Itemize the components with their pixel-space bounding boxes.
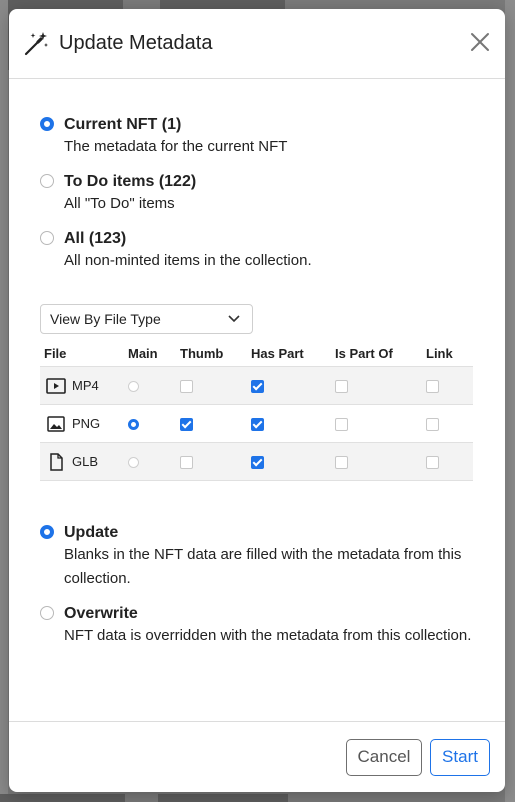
thumb-checkbox[interactable] (180, 380, 193, 394)
table-row: MP4 (40, 366, 473, 405)
link-checkbox[interactable] (426, 418, 439, 432)
is-part-of-checkbox[interactable] (335, 418, 348, 432)
column-header: File (44, 345, 67, 361)
option-title: All (123) (64, 230, 127, 247)
table-row: GLB (40, 442, 473, 481)
link-checkbox[interactable] (426, 456, 439, 470)
update-metadata-dialog: Update Metadata Current NFT (1) The meta… (9, 9, 505, 792)
view-by-select[interactable]: View By File Type (40, 304, 253, 334)
option-description: The metadata for the current NFT (64, 138, 288, 155)
link-checkbox[interactable] (426, 380, 439, 394)
scope-option-current[interactable]: Current NFT (1) The metadata for the cur… (40, 115, 474, 159)
table-header-row: File Main Thumb Has Part Is Part Of Link (40, 340, 473, 367)
mode-option-update[interactable]: Update Blanks in the NFT data are filled… (40, 523, 474, 591)
radio-current-nft[interactable] (40, 117, 54, 131)
radio-overwrite[interactable] (40, 606, 54, 620)
column-header: Link (426, 345, 453, 361)
is-part-of-checkbox[interactable] (335, 456, 348, 470)
option-description: NFT data is overridden with the metadata… (64, 627, 472, 644)
option-description: All non-minted items in the collection. (64, 252, 312, 269)
file-type-table: File Main Thumb Has Part Is Part Of Link (40, 340, 473, 481)
column-header: Thumb (180, 345, 224, 361)
background-left-strip (0, 0, 8, 802)
has-part-checkbox[interactable] (251, 456, 264, 470)
video-play-icon (46, 377, 66, 394)
mode-radio-group: Update Blanks in the NFT data are filled… (40, 523, 474, 648)
cancel-button[interactable]: Cancel (346, 738, 422, 776)
main-radio[interactable] (128, 381, 139, 393)
magic-wand-icon (24, 31, 48, 55)
mode-option-overwrite[interactable]: Overwrite NFT data is overridden with th… (40, 604, 474, 648)
scope-option-all[interactable]: All (123) All non-minted items in the co… (40, 229, 474, 273)
thumb-checkbox[interactable] (180, 418, 193, 432)
scope-radio-group: Current NFT (1) The metadata for the cur… (40, 115, 474, 273)
radio-update[interactable] (40, 525, 54, 539)
dialog-footer: Cancel Start (9, 721, 505, 792)
start-button[interactable]: Start (430, 738, 490, 776)
image-icon (47, 415, 65, 432)
option-title: Current NFT (1) (64, 116, 182, 133)
dialog-title: Update Metadata (59, 32, 213, 54)
chevron-down-icon (228, 315, 240, 323)
close-icon[interactable] (469, 31, 491, 53)
file-type-label: PNG (72, 416, 101, 431)
option-description: Blanks in the NFT data are filled with t… (64, 546, 462, 587)
has-part-checkbox[interactable] (251, 418, 264, 432)
radio-todo-items[interactable] (40, 174, 54, 188)
is-part-of-checkbox[interactable] (335, 380, 348, 394)
document-icon (50, 452, 63, 471)
file-type-label: MP4 (72, 378, 99, 393)
option-title: Overwrite (64, 605, 138, 622)
file-type-label: GLB (72, 454, 99, 469)
column-header: Is Part Of (335, 345, 393, 361)
main-radio[interactable] (128, 419, 139, 431)
dialog-body: Current NFT (1) The metadata for the cur… (9, 115, 505, 648)
thumb-checkbox[interactable] (180, 456, 193, 470)
main-radio[interactable] (128, 457, 139, 469)
column-header: Main (128, 345, 158, 361)
dialog-header: Update Metadata (9, 9, 505, 79)
background-card (0, 794, 125, 802)
option-description: All "To Do" items (64, 195, 175, 212)
option-title: Update (64, 524, 119, 541)
table-row: PNG (40, 404, 473, 443)
select-value: View By File Type (50, 311, 161, 327)
option-title: To Do items (122) (64, 173, 197, 190)
has-part-checkbox[interactable] (251, 380, 264, 394)
scope-option-todo[interactable]: To Do items (122) All "To Do" items (40, 172, 474, 216)
column-header: Has Part (251, 345, 304, 361)
background-card (158, 794, 288, 802)
background-right-strip (505, 0, 515, 802)
radio-all[interactable] (40, 231, 54, 245)
